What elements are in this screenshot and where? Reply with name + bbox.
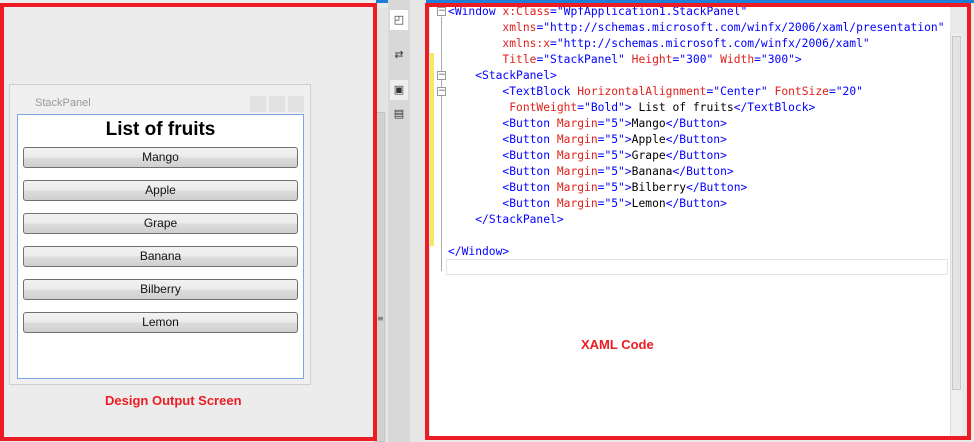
design-view-icon[interactable]: ◰ <box>390 10 408 30</box>
highlight-box-design <box>0 3 377 441</box>
xaml-view-icon[interactable]: ▣ <box>390 80 408 100</box>
split-view-icon[interactable]: ▤ <box>390 104 408 124</box>
highlight-box-code <box>425 3 971 440</box>
splitter-grip-icon[interactable]: ≡ <box>377 314 384 323</box>
swap-panes-icon[interactable]: ⇄ <box>390 45 408 65</box>
pane-divider <box>410 0 426 442</box>
view-toolbar: ◰ ⇄ ▣ ▤ <box>388 0 410 442</box>
